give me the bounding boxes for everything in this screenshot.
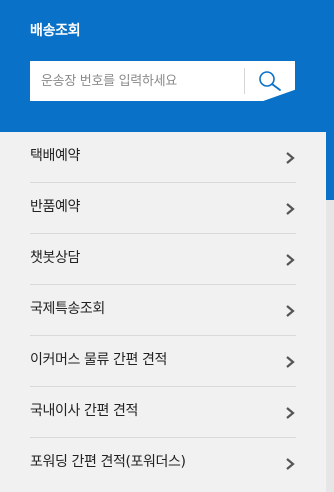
chevron-right-icon (286, 458, 295, 470)
menu-item-forwarding-quote[interactable]: 포워딩 간편 견적(포워더스) (30, 438, 296, 489)
chevron-right-icon (286, 356, 295, 368)
tracking-search-box (30, 61, 295, 101)
menu-item-label: 반품예약 (30, 199, 80, 215)
search-button[interactable] (245, 61, 295, 101)
chevron-right-icon (286, 407, 295, 419)
menu-item-label: 이커머스 물류 간편 견적 (30, 352, 167, 368)
scrollbar-track[interactable] (326, 200, 334, 492)
menu-item-label: 챗봇상담 (30, 250, 80, 266)
menu-item-label: 택배예약 (30, 148, 80, 164)
menu-item-label: 국내이사 간편 견적 (30, 403, 138, 419)
menu-item-parcel-reservation[interactable]: 택배예약 (30, 132, 296, 183)
chevron-right-icon (286, 305, 295, 317)
menu-item-chatbot-consultation[interactable]: 챗봇상담 (30, 234, 296, 285)
menu-item-label: 국제특송조회 (30, 301, 105, 317)
menu-item-domestic-moving-quote[interactable]: 국내이사 간편 견적 (30, 387, 296, 438)
menu-item-return-reservation[interactable]: 반품예약 (30, 183, 296, 234)
chevron-right-icon (286, 152, 295, 164)
chevron-right-icon (286, 203, 295, 215)
menu-item-international-express-tracking[interactable]: 국제특송조회 (30, 285, 296, 336)
menu-item-label: 포워딩 간편 견적(포워더스) (30, 454, 186, 470)
search-icon (259, 71, 281, 91)
header-title: 배송조회 (30, 23, 81, 39)
chevron-right-icon (286, 254, 295, 266)
service-menu: 택배예약 반품예약 챗봇상담 국제특송조회 이커머스 물류 간편 견적 국내이사… (0, 132, 326, 492)
menu-item-ecommerce-logistics-quote[interactable]: 이커머스 물류 간편 견적 (30, 336, 296, 387)
tracking-number-input[interactable] (30, 61, 244, 101)
